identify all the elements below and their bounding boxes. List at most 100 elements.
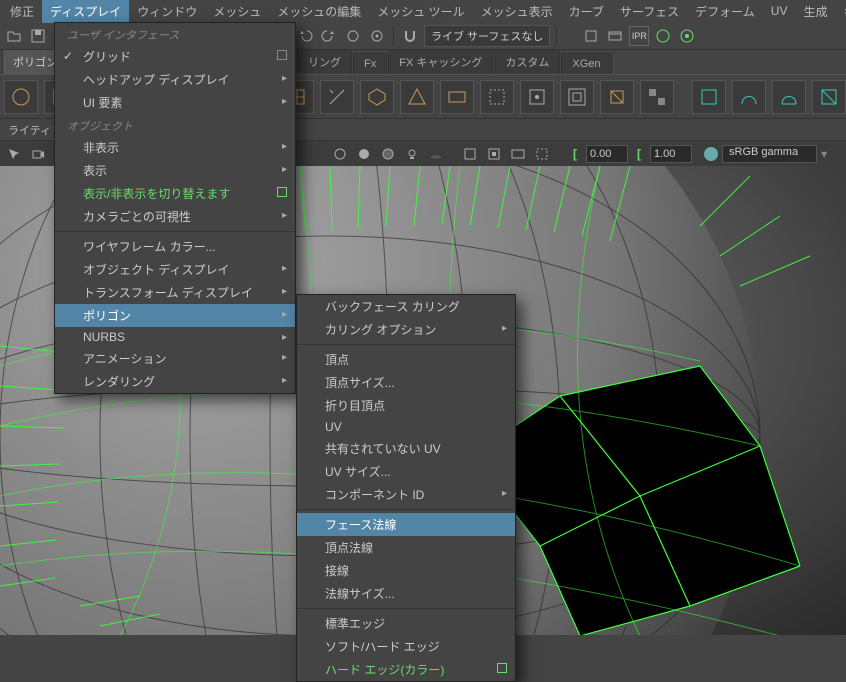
option-box-icon[interactable]	[497, 663, 507, 673]
chevron-right-icon: ▸	[502, 323, 507, 334]
exposure-field[interactable]	[586, 145, 628, 163]
strip-shaded-wire-icon[interactable]	[378, 144, 398, 164]
menu-mesh-display[interactable]: メッシュ表示	[473, 0, 561, 23]
menu-edit-mesh[interactable]: メッシュの編集	[269, 0, 369, 23]
menu-item[interactable]: レンダリング▸	[55, 370, 295, 393]
menu-item[interactable]: NURBS▸	[55, 327, 295, 347]
submenu-item[interactable]: 標準エッジ	[297, 612, 515, 635]
snap-icon[interactable]	[367, 26, 387, 46]
menu-uv[interactable]: UV	[763, 1, 796, 21]
live-surface-label: ライブ サーフェスなし	[431, 28, 543, 44]
shelf-icon-7[interactable]	[440, 80, 474, 114]
shelf-icon-t2[interactable]	[732, 80, 766, 114]
menu-item[interactable]: ヘッドアップ ディスプレイ▸	[55, 68, 295, 91]
strip-res-icon[interactable]	[532, 144, 552, 164]
submenu-item[interactable]: 共有されていない UV	[297, 437, 515, 460]
shelf-icon-4[interactable]	[320, 80, 354, 114]
menu-curves[interactable]: カーブ	[561, 0, 612, 23]
tab-custom[interactable]: カスタム	[494, 49, 560, 74]
colorspace-select[interactable]: sRGB gamma ▾	[704, 145, 833, 163]
submenu-item[interactable]: 頂点	[297, 348, 515, 371]
menu-mesh-tools[interactable]: メッシュ ツール	[369, 0, 472, 23]
magnet-icon[interactable]	[400, 26, 420, 46]
menu-generate[interactable]: 生成	[795, 0, 835, 23]
menu-item[interactable]: トランスフォーム ディスプレイ▸	[55, 281, 295, 304]
shelf-icon-t3[interactable]	[772, 80, 806, 114]
chevron-right-icon: ▸	[282, 164, 287, 175]
shelf-icon-5[interactable]	[360, 80, 394, 114]
menu-item[interactable]: 非表示▸	[55, 136, 295, 159]
menu-cache[interactable]: キャッシュ	[835, 0, 846, 23]
menu-item-label: コンポーネント ID	[325, 486, 424, 503]
shelf-icon-t4[interactable]	[812, 80, 846, 114]
strip-select-icon[interactable]	[4, 144, 24, 164]
tab-xgen[interactable]: XGen	[561, 53, 611, 74]
chevron-right-icon: ▸	[282, 263, 287, 274]
render-target-icon[interactable]	[677, 26, 697, 46]
menu-modify[interactable]: 修正	[2, 0, 42, 23]
open-icon[interactable]	[4, 26, 24, 46]
menu-item[interactable]: ポリゴン▸	[55, 304, 295, 327]
menu-item[interactable]: ワイヤフレーム カラー...	[55, 235, 295, 258]
shelf-poly-sphere[interactable]	[4, 80, 38, 114]
menu-window[interactable]: ウィンドウ	[129, 0, 205, 23]
shelf-icon-11[interactable]	[600, 80, 634, 114]
strip-shaded-icon[interactable]	[354, 144, 374, 164]
submenu-item[interactable]: 頂点サイズ...	[297, 371, 515, 394]
undo-icon[interactable]	[295, 26, 315, 46]
film-icon[interactable]	[605, 26, 625, 46]
menu-item[interactable]: ✓グリッド	[55, 45, 295, 68]
submenu-item[interactable]: 折り目頂点	[297, 394, 515, 417]
submenu-item[interactable]: バックフェース カリング	[297, 295, 515, 318]
menu-surfaces[interactable]: サーフェス	[612, 0, 687, 23]
strip-shadow-icon[interactable]	[426, 144, 446, 164]
menu-item[interactable]: 表示▸	[55, 159, 295, 182]
submenu-item[interactable]: 頂点法線	[297, 536, 515, 559]
tab-fxcaching[interactable]: FX キャッシング	[388, 49, 493, 74]
option-box-icon[interactable]	[277, 187, 287, 197]
submenu-item[interactable]: フェース法線	[297, 513, 515, 536]
strip-camera-icon[interactable]	[28, 144, 48, 164]
submenu-item[interactable]: UV	[297, 417, 515, 437]
menu-display[interactable]: ディスプレイ	[42, 0, 129, 23]
strip-isolate2-icon[interactable]	[484, 144, 504, 164]
live-surface-select[interactable]: ライブ サーフェスなし	[424, 25, 550, 47]
submenu-item[interactable]: 接線	[297, 559, 515, 582]
menu-item-label: 表示/非表示を切り替えます	[83, 185, 230, 202]
submenu-item[interactable]: コンポーネント ID▸	[297, 483, 515, 506]
menu-item[interactable]: アニメーション▸	[55, 347, 295, 370]
strip-xray-icon[interactable]	[460, 144, 480, 164]
gamma-field[interactable]	[650, 145, 692, 163]
shelf-icon-6[interactable]	[400, 80, 434, 114]
menu-deform[interactable]: デフォーム	[687, 0, 763, 23]
select-icon[interactable]	[343, 26, 363, 46]
render-icon[interactable]	[653, 26, 673, 46]
submenu-item[interactable]: 法線サイズ...	[297, 582, 515, 605]
submenu-item[interactable]: カリング オプション▸	[297, 318, 515, 341]
strip-wire-icon[interactable]	[330, 144, 350, 164]
submenu-item[interactable]: UV サイズ...	[297, 460, 515, 483]
shelf-icon-9[interactable]	[520, 80, 554, 114]
strip-light-icon[interactable]	[402, 144, 422, 164]
submenu-item[interactable]: ソフト/ハード エッジ	[297, 635, 515, 658]
shelf-icon-10[interactable]	[560, 80, 594, 114]
menu-item-label: 共有されていない UV	[325, 440, 441, 457]
shelf-icon-12[interactable]	[640, 80, 674, 114]
menu-item[interactable]: UI 要素▸	[55, 91, 295, 114]
option-box-icon[interactable]	[277, 50, 287, 60]
redo-icon[interactable]	[319, 26, 339, 46]
tab-ring[interactable]: リング	[297, 49, 352, 74]
ipr-icon[interactable]: IPR	[629, 26, 649, 46]
menu-item[interactable]: 表示/非表示を切り替えます	[55, 182, 295, 205]
ph-lighting[interactable]: ライティ	[2, 120, 57, 140]
strip-gate-icon[interactable]	[508, 144, 528, 164]
save-icon[interactable]	[28, 26, 48, 46]
submenu-item[interactable]: ハード エッジ(カラー)	[297, 658, 515, 681]
tab-fx[interactable]: Fx	[353, 53, 387, 74]
shelf-icon-8[interactable]	[480, 80, 514, 114]
menu-mesh[interactable]: メッシュ	[205, 0, 269, 23]
isolate-icon[interactable]	[581, 26, 601, 46]
shelf-icon-t1[interactable]	[692, 80, 726, 114]
menu-item[interactable]: カメラごとの可視性▸	[55, 205, 295, 228]
menu-item[interactable]: オブジェクト ディスプレイ▸	[55, 258, 295, 281]
